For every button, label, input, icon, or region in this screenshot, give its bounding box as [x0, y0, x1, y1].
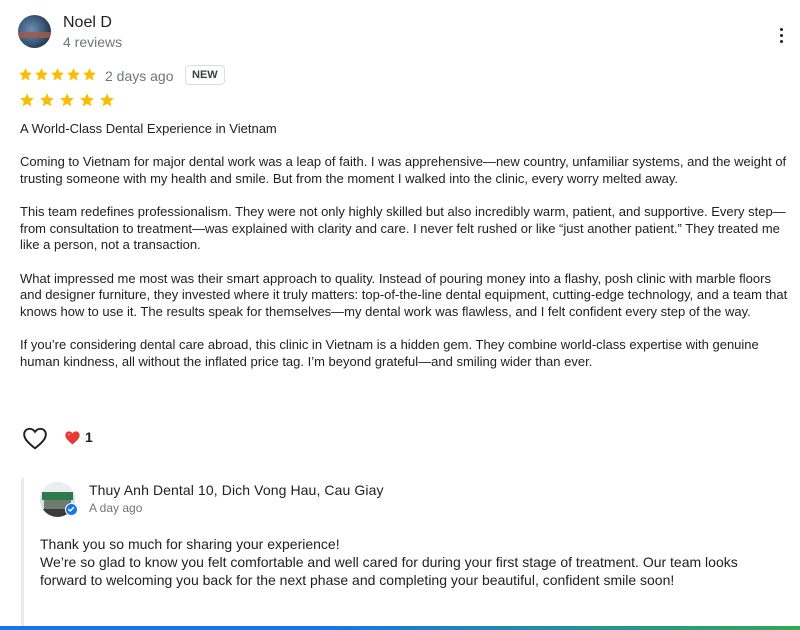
like-button[interactable] [22, 426, 48, 450]
reply-text: Thank you so much for sharing your exper… [40, 535, 780, 589]
heart-count: 1 [85, 429, 93, 445]
star-icon [35, 68, 48, 81]
star-icon [67, 68, 80, 81]
new-badge: NEW [185, 65, 225, 85]
star-icon [60, 93, 74, 107]
star-icon [40, 93, 54, 107]
review-paragraph: If you’re considering dental care abroad… [20, 337, 759, 370]
review-paragraph: What impressed me most was their smart a… [20, 270, 788, 320]
star-icon [80, 93, 94, 107]
reply-divider [21, 478, 24, 630]
reviewer-name[interactable]: Noel D [63, 14, 112, 32]
reply-time: A day ago [89, 501, 143, 515]
kebab-dot-icon [780, 40, 783, 43]
review-paragraph: Coming to Vietnam for major dental work … [20, 153, 787, 186]
star-icon [20, 93, 34, 107]
review-paragraph: This team redefines professionalism. The… [20, 203, 786, 253]
reply-line: We’re so glad to know you felt comfortab… [40, 554, 738, 588]
heart-reaction[interactable]: 1 [64, 429, 93, 445]
reviewer-avatar[interactable] [18, 15, 51, 48]
red-heart-icon [65, 430, 80, 444]
reply-line: Thank you so much for sharing your exper… [40, 536, 340, 552]
kebab-dot-icon [780, 34, 783, 37]
heart-outline-icon [23, 427, 47, 450]
star-icon [100, 93, 114, 107]
bottom-accent-bar [0, 626, 800, 630]
review-time: 2 days ago [105, 68, 174, 84]
owner-name[interactable]: Thuy Anh Dental 10, Dich Vong Hau, Cau G… [89, 482, 384, 498]
review-text: A World-Class Dental Experience in Vietn… [20, 121, 788, 387]
kebab-dot-icon [780, 28, 783, 31]
more-options-button[interactable] [775, 26, 789, 44]
reviewer-review-count: 4 reviews [63, 34, 123, 50]
star-icon [19, 68, 32, 81]
star-icon [83, 68, 96, 81]
star-rating [18, 67, 97, 82]
secondary-star-rating [19, 92, 118, 108]
verified-check-icon [65, 503, 78, 516]
review-title: A World-Class Dental Experience in Vietn… [20, 121, 277, 136]
star-icon [51, 68, 64, 81]
